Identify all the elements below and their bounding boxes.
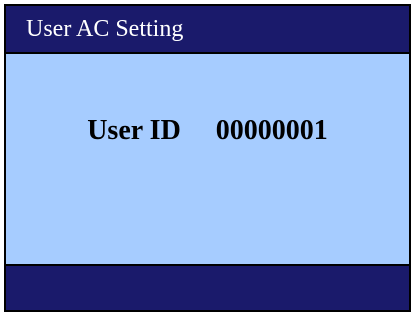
main-content: User ID 00000001 xyxy=(6,54,409,266)
user-id-value: 00000001 xyxy=(215,115,328,146)
bottom-bar xyxy=(6,264,409,310)
device-screen: User AC Setting User ID 00000001 xyxy=(4,4,411,312)
user-id-label: User ID xyxy=(87,115,181,146)
title-bar: User AC Setting xyxy=(6,6,409,54)
window-title: User AC Setting xyxy=(26,16,184,42)
user-id-row: User ID 00000001 xyxy=(6,115,409,147)
